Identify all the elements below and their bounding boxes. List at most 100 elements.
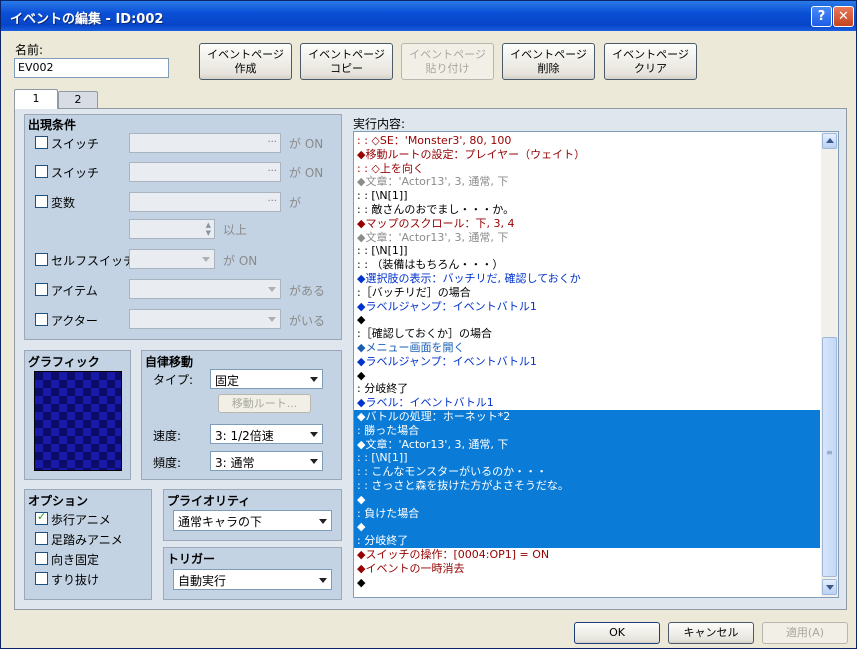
scroll-down-button[interactable]	[822, 579, 837, 595]
actor-suffix: がいる	[289, 314, 326, 328]
command-row-text: ◆スイッチの操作：[0004:OP1] = ON	[357, 548, 550, 561]
command-row[interactable]: : : こんなモンスターがいるのか・・・	[354, 465, 820, 479]
priority-title: プライオリティ	[167, 494, 251, 508]
variable-value-stepper[interactable]: ▲ ▼	[129, 219, 215, 239]
command-row[interactable]: : : ◇SE：'Monster3', 80, 100	[354, 134, 820, 148]
command-row[interactable]: ◆	[354, 492, 820, 507]
command-list[interactable]: : : ◇SE：'Monster3', 80, 100 ◆移動ルートの設定：プレイ…	[353, 131, 839, 598]
item-select[interactable]	[129, 279, 281, 299]
command-row[interactable]: : : （装備はもちろん・・・）	[354, 258, 820, 272]
tab-page-2[interactable]: 2	[58, 91, 98, 108]
command-row[interactable]: ◆バトルの処理：ホーネット*2	[354, 410, 820, 424]
command-row[interactable]: : 勝った場合	[354, 423, 820, 438]
command-row-text: : 負けた場合	[357, 506, 420, 520]
command-row[interactable]: ◆選択肢の表示：バッチリだ, 確認しておくか	[354, 272, 820, 286]
command-row-text: : : こんなモンスターがいるのか・・・	[357, 465, 548, 479]
actor-select[interactable]	[129, 309, 281, 329]
command-row[interactable]: : : [\N[1]]	[354, 189, 820, 203]
apply-button[interactable]: 適用(A)	[762, 622, 848, 644]
stepper-arrows-icon[interactable]: ▲ ▼	[206, 221, 211, 237]
graphic-title: グラフィック	[28, 355, 100, 369]
actor-checkbox[interactable]	[35, 313, 48, 326]
command-row[interactable]: ◆	[354, 313, 820, 327]
command-row-text: ◆バトルの処理：ホーネット*2	[357, 410, 511, 423]
command-row[interactable]: : 負けた場合	[354, 506, 820, 521]
frequency-select[interactable]: 3: 通常	[210, 451, 323, 471]
switch1-browse-icon[interactable]: ...	[267, 134, 277, 145]
command-row[interactable]: : : 敵さんのおでまし・・・か。	[354, 203, 820, 217]
command-row-text: ◆文章：'Actor13', 3, 通常, 下	[357, 175, 509, 189]
speed-select[interactable]: 3: 1/2倍速	[210, 424, 323, 444]
command-row[interactable]: ◆	[354, 576, 820, 590]
command-row[interactable]: ◆ラベルジャンプ：イベントバトル1	[354, 300, 820, 314]
command-row[interactable]: :［バッチリだ］の場合	[354, 286, 820, 300]
move-route-button[interactable]: 移動ルート...	[218, 394, 311, 413]
command-row[interactable]: ◆マップのスクロール：下, 3, 4	[354, 217, 820, 231]
command-row-text: : : （装備はもちろん・・・）	[357, 258, 504, 272]
command-row[interactable]: ◆イベントの一時消去	[354, 562, 820, 576]
create-page-button[interactable]: イベントページ 作成	[199, 43, 292, 80]
through-checkbox[interactable]	[35, 572, 48, 585]
tab-page-1[interactable]: 1	[14, 89, 58, 109]
command-row[interactable]: :［確認しておくか］の場合	[354, 327, 820, 341]
scroll-thumb[interactable]: ≡	[822, 337, 837, 577]
switch2-checkbox[interactable]	[35, 165, 48, 178]
command-row-text: ◆	[357, 368, 366, 382]
move-type-label: タイプ:	[153, 373, 194, 387]
switch1-checkbox[interactable]	[35, 136, 48, 149]
autonomous-movement-panel: 自律移動 タイプ: 固定 移動ルート... 速度: 3: 1/2倍速 頻度: 3…	[141, 350, 342, 480]
command-row[interactable]: ◆文章：'Actor13', 3, 通常, 下	[354, 231, 820, 245]
speed-label: 速度:	[153, 429, 182, 443]
direction-fix-checkbox[interactable]	[35, 552, 48, 565]
command-row[interactable]: ◆	[354, 520, 820, 535]
command-row[interactable]: ◆文章：'Actor13', 3, 通常, 下	[354, 175, 820, 189]
paste-page-button[interactable]: イベントページ 貼り付け	[401, 43, 494, 80]
switch1-label: スイッチ	[51, 137, 100, 151]
item-checkbox[interactable]	[35, 283, 48, 296]
variable-browse-icon[interactable]: ...	[267, 193, 277, 204]
vertical-scrollbar[interactable]: ≡	[821, 132, 838, 597]
switch2-browse-icon[interactable]: ...	[267, 163, 277, 174]
variable-label: 変数	[51, 196, 76, 210]
name-input[interactable]: EV002	[14, 58, 169, 78]
title-bar[interactable]: イベントの編集 - ID:002 ? ✕	[1, 1, 856, 31]
command-row[interactable]: : : [\N[1]]	[354, 244, 820, 258]
step-anim-checkbox[interactable]	[35, 532, 48, 545]
graphic-preview[interactable]	[34, 371, 122, 471]
command-row[interactable]: ◆メニュー画面を開く	[354, 341, 820, 355]
command-row[interactable]: : 分岐終了	[354, 534, 820, 548]
close-button[interactable]: ✕	[833, 6, 854, 27]
command-row-text: ◆	[357, 492, 366, 506]
command-row[interactable]: : : ◇上を向く	[354, 162, 820, 176]
command-row[interactable]: : : さっさと森を抜けた方がよさそうだな。	[354, 479, 820, 493]
command-row[interactable]: ◆文章：'Actor13', 3, 通常, 下	[354, 437, 820, 452]
command-row[interactable]: ◆移動ルートの設定：プレイヤー（ウェイト）	[354, 148, 820, 162]
delete-page-button[interactable]: イベントページ 削除	[502, 43, 595, 80]
switch2-field[interactable]: ...	[129, 162, 281, 182]
self-switch-checkbox[interactable]	[35, 253, 48, 266]
command-row-text: ◆	[357, 313, 366, 327]
chevron-up-icon	[826, 138, 834, 143]
command-row[interactable]: : : [\N[1]]	[354, 451, 820, 466]
command-row[interactable]: ◆ラベルジャンプ：イベントバトル1	[354, 355, 820, 369]
switch1-field[interactable]: ...	[129, 133, 281, 153]
clear-page-button[interactable]: イベントページ クリア	[604, 43, 697, 80]
priority-select[interactable]: 通常キャラの下	[173, 510, 332, 531]
walk-anim-checkbox[interactable]	[35, 510, 48, 525]
command-row[interactable]: ◆ラベル：イベントバトル1	[354, 396, 820, 410]
copy-page-button[interactable]: イベントページ コピー	[300, 43, 393, 80]
trigger-select[interactable]: 自動実行	[173, 569, 332, 590]
cancel-button[interactable]: キャンセル	[668, 622, 754, 644]
command-row-text: ◆マップのスクロール：下, 3, 4	[357, 216, 515, 230]
move-type-select[interactable]: 固定	[210, 369, 323, 389]
help-button[interactable]: ?	[811, 6, 832, 27]
autonomous-title: 自律移動	[145, 355, 194, 369]
variable-checkbox[interactable]	[35, 195, 48, 208]
self-switch-select[interactable]	[129, 249, 215, 269]
ok-button[interactable]: OK	[574, 622, 660, 644]
command-row[interactable]: ◆	[354, 369, 820, 383]
command-row[interactable]: : 分岐終了	[354, 382, 820, 396]
variable-field[interactable]: ...	[129, 192, 281, 212]
scroll-up-button[interactable]	[822, 133, 837, 149]
command-row[interactable]: ◆スイッチの操作：[0004:OP1] = ON	[354, 548, 820, 562]
